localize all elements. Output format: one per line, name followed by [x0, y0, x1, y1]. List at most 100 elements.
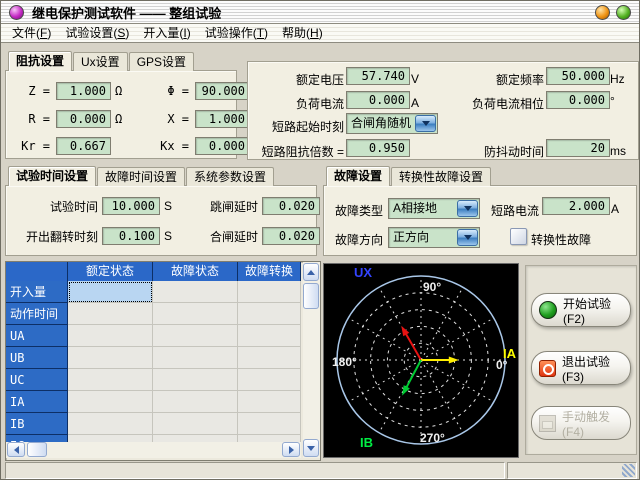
start-test-icon — [539, 301, 557, 319]
table-cell[interactable] — [68, 281, 153, 303]
table-cell[interactable] — [68, 413, 153, 435]
minimize-button[interactable] — [595, 5, 610, 20]
trip-delay-input[interactable]: 0.020 — [262, 197, 320, 215]
r-label: R = — [14, 112, 50, 126]
test-time-unit: S — [160, 199, 176, 213]
svg-text:180°: 180° — [332, 355, 357, 369]
scroll-down-button[interactable] — [303, 439, 319, 457]
timing-tab-0[interactable]: 试验时间设置 — [8, 166, 96, 186]
load-current-phase-input[interactable]: 0.000 — [546, 91, 610, 109]
horizontal-scrollbar[interactable] — [6, 442, 301, 458]
table-cell[interactable] — [153, 413, 238, 435]
phi-input[interactable]: 90.000 — [195, 82, 250, 100]
rated-voltage-unit: V — [411, 72, 419, 86]
kx-input[interactable]: 0.000 — [195, 137, 250, 155]
fault-tab-0[interactable]: 故障设置 — [326, 166, 390, 186]
fault-direction-combo[interactable]: 正方向 — [388, 227, 480, 248]
start-test-button[interactable]: 开始试验(F2) — [531, 293, 631, 327]
debounce-time-unit: ms — [610, 144, 626, 158]
action-panel: 开始试验(F2) 退出试验(F3) 手动触发(F4) — [525, 265, 637, 455]
table-cell[interactable] — [153, 347, 238, 369]
table-cell[interactable] — [238, 303, 301, 325]
table-row-label: UC — [6, 369, 68, 391]
impedance-multiple-label: 短路阻抗倍数 = — [252, 143, 344, 160]
table-cell[interactable] — [153, 369, 238, 391]
vertical-scroll-thumb[interactable] — [303, 283, 319, 309]
r-input[interactable]: 0.000 — [56, 110, 111, 128]
table-cell[interactable] — [68, 369, 153, 391]
table-cell[interactable] — [68, 325, 153, 347]
resize-grip[interactable] — [622, 464, 635, 477]
fault-tab-1[interactable]: 转换性故障设置 — [391, 167, 491, 186]
start-test-label: 开始试验(F2) — [563, 295, 630, 326]
table-cell[interactable] — [238, 347, 301, 369]
table-row: IB — [6, 413, 301, 435]
scroll-up-button[interactable] — [303, 263, 319, 281]
load-current-input[interactable]: 0.000 — [346, 91, 410, 109]
rated-frequency-unit: Hz — [610, 72, 625, 86]
titlebar[interactable]: 继电保护测试软件 —— 整组试验 — [1, 1, 639, 24]
menu-item-3[interactable]: 试验操作(T) — [198, 25, 275, 42]
z-input[interactable]: 1.000 — [56, 82, 111, 100]
short-circuit-current-input[interactable]: 2.000 — [542, 197, 610, 215]
table-cell[interactable] — [153, 325, 238, 347]
table-cell[interactable] — [238, 391, 301, 413]
impedance-tab-1[interactable]: Ux设置 — [73, 52, 128, 71]
table-cell[interactable] — [68, 347, 153, 369]
table-cell[interactable] — [238, 281, 301, 303]
menu-item-1[interactable]: 试验设置(S) — [58, 25, 136, 42]
table-column-header: 故障状态 — [153, 262, 238, 281]
scroll-left-button[interactable] — [7, 442, 25, 457]
x-input[interactable]: 1.000 — [195, 110, 250, 128]
horizontal-scroll-thumb[interactable] — [27, 442, 47, 457]
table-cell[interactable] — [238, 369, 301, 391]
short-circuit-start-combo[interactable]: 合闸角随机 — [346, 113, 438, 134]
table-cell[interactable] — [238, 435, 301, 442]
svg-text:IA: IA — [503, 346, 517, 361]
table-cell[interactable] — [238, 325, 301, 347]
table-cell[interactable] — [68, 391, 153, 413]
kr-input[interactable]: 0.667 — [56, 137, 111, 155]
fault-tabstrip: 故障设置转换性故障设置 — [326, 166, 492, 186]
vertical-scrollbar[interactable] — [303, 262, 320, 458]
status-bar-left — [5, 462, 505, 479]
timing-panel: 试验时间设置故障时间设置系统参数设置 试验时间 10.000 S 跳闸延时 0.… — [5, 166, 317, 256]
convertible-fault-checkbox[interactable] — [510, 228, 527, 245]
table-cell[interactable] — [68, 303, 153, 325]
dropdown-arrow-icon[interactable] — [457, 229, 478, 246]
debounce-time-input[interactable]: 20 — [546, 139, 610, 157]
short-circuit-current-label: 短路电流 — [491, 202, 539, 219]
output-flip-time-input[interactable]: 0.100 — [102, 227, 160, 245]
table-cell[interactable] — [153, 303, 238, 325]
table-cell[interactable] — [153, 435, 238, 442]
impedance-tab-0[interactable]: 阻抗设置 — [8, 51, 72, 71]
table-cell[interactable] — [153, 391, 238, 413]
menu-item-4[interactable]: 帮助(H) — [275, 25, 330, 42]
close-delay-input[interactable]: 0.020 — [262, 227, 320, 245]
menu-item-2[interactable]: 开入量(I) — [136, 25, 197, 42]
z-unit: Ω — [111, 84, 135, 98]
table-cell[interactable] — [153, 281, 238, 303]
manual-trigger-icon — [539, 415, 556, 432]
exit-test-button[interactable]: 退出试验(F3) — [531, 351, 631, 385]
impedance-multiple-input[interactable]: 0.950 — [346, 139, 410, 157]
impedance-tab-2[interactable]: GPS设置 — [129, 52, 194, 71]
test-time-input[interactable]: 10.000 — [102, 197, 160, 215]
close-delay-label: 合闸延时 — [198, 228, 258, 245]
svg-text:270°: 270° — [420, 431, 445, 445]
table-cell[interactable] — [238, 413, 301, 435]
rated-voltage-input[interactable]: 57.740 — [346, 67, 410, 85]
scroll-right-button[interactable] — [282, 442, 300, 457]
rated-frequency-input[interactable]: 50.000 — [546, 67, 610, 85]
dropdown-arrow-icon[interactable] — [415, 115, 436, 132]
table-cell[interactable] — [68, 435, 153, 442]
close-button[interactable] — [616, 5, 631, 20]
table-row-label: 开入量 — [6, 281, 68, 303]
table-row-label: 动作时间 — [6, 303, 68, 325]
trip-delay-label: 跳闸延时 — [198, 198, 258, 215]
timing-tab-2[interactable]: 系统参数设置 — [186, 167, 274, 186]
dropdown-arrow-icon[interactable] — [457, 200, 478, 217]
fault-type-combo[interactable]: A相接地 — [388, 198, 480, 219]
menu-item-0[interactable]: 文件(F) — [5, 25, 58, 42]
timing-tab-1[interactable]: 故障时间设置 — [97, 167, 185, 186]
